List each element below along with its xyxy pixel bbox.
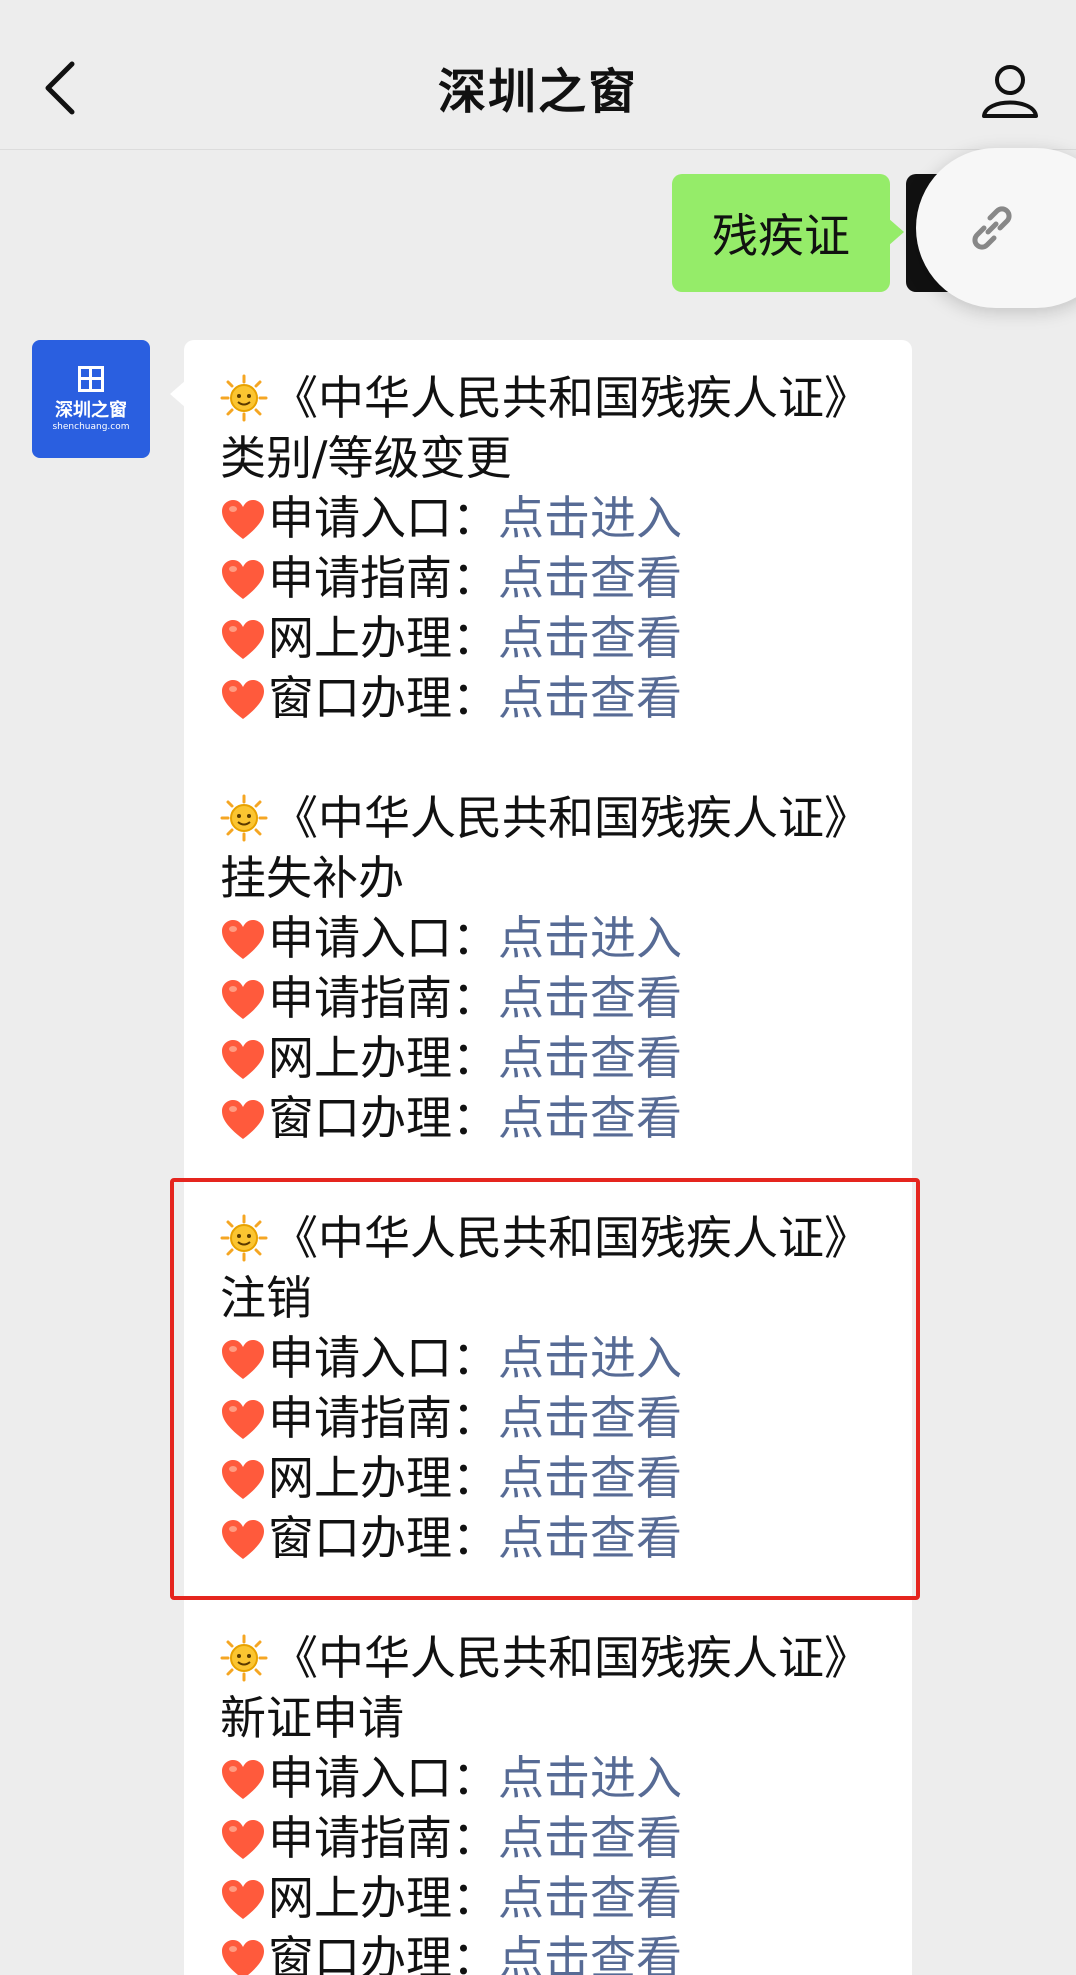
sun-icon — [220, 794, 268, 842]
list-item: 申请指南：点击查看 — [220, 548, 882, 608]
section-block: 《中华人民共和国残疾人证》新证申请 申请入口：点击进入 申请指南：点击查看 网上办理：… — [220, 1628, 882, 1975]
row-link[interactable]: 点击查看 — [498, 551, 682, 605]
row-link[interactable]: 点击查看 — [498, 1811, 682, 1865]
heart-icon — [222, 1040, 264, 1079]
outgoing-message-text: 残疾证 — [712, 209, 850, 263]
row-label: 申请入口： — [268, 1331, 498, 1385]
section-title-text: 《中华人民共和国残疾人证》注销 — [220, 1211, 870, 1325]
heart-icon — [222, 1820, 264, 1859]
row-link[interactable]: 点击进入 — [498, 491, 682, 545]
logo-text: 深圳之窗 — [55, 400, 127, 421]
section-title: 《中华人民共和国残疾人证》注销 — [220, 1208, 882, 1328]
row-label: 窗口办理： — [268, 1511, 498, 1565]
section-block: 《中华人民共和国残疾人证》注销 申请入口：点击进入 申请指南：点击查看 网上办理：点击… — [220, 1208, 882, 1568]
sun-icon — [220, 1214, 268, 1262]
section-block: 《中华人民共和国残疾人证》类别/等级变更 申请入口：点击进入 申请指南：点击查看 网上… — [220, 368, 882, 728]
list-item: 申请入口：点击进入 — [220, 488, 882, 548]
row-label: 申请入口： — [268, 491, 498, 545]
list-item: 网上办理：点击查看 — [220, 1028, 882, 1088]
section-title-text: 《中华人民共和国残疾人证》新证申请 — [220, 1631, 870, 1745]
list-item: 申请入口：点击进入 — [220, 908, 882, 968]
row-label: 申请指南： — [268, 1811, 498, 1865]
heart-icon — [222, 980, 264, 1019]
list-item: 网上办理：点击查看 — [220, 1868, 882, 1928]
row-label: 网上办理： — [268, 611, 498, 665]
list-item: 申请入口：点击进入 — [220, 1328, 882, 1388]
row-link[interactable]: 点击查看 — [498, 971, 682, 1025]
official-account-avatar[interactable]: 深圳之窗 shenchuang.com — [32, 340, 150, 458]
heart-icon — [222, 1400, 264, 1439]
row-label: 网上办理： — [268, 1031, 498, 1085]
row-label: 网上办理： — [268, 1451, 498, 1505]
row-link[interactable]: 点击进入 — [498, 1751, 682, 1805]
heart-icon — [222, 560, 264, 599]
row-label: 申请入口： — [268, 911, 498, 965]
row-label: 申请指南： — [268, 1391, 498, 1445]
outgoing-message-bubble[interactable]: 残疾证 — [672, 174, 904, 292]
heart-icon — [222, 680, 264, 719]
sun-icon — [220, 1634, 268, 1682]
list-item: 申请入口：点击进入 — [220, 1748, 882, 1808]
profile-button[interactable] — [972, 52, 1048, 128]
floating-link-button[interactable] — [916, 148, 1076, 308]
section-title: 《中华人民共和国残疾人证》新证申请 — [220, 1628, 882, 1748]
row-link[interactable]: 点击查看 — [498, 1031, 682, 1085]
heart-icon — [222, 620, 264, 659]
row-link[interactable]: 点击查看 — [498, 1871, 682, 1925]
row-label: 申请指南： — [268, 971, 498, 1025]
heart-icon — [222, 1760, 264, 1799]
heart-icon — [222, 920, 264, 959]
person-icon — [982, 65, 1038, 118]
row-label: 申请入口： — [268, 1751, 498, 1805]
section-title-text: 《中华人民共和国残疾人证》挂失补办 — [220, 791, 870, 905]
list-item: 网上办理：点击查看 — [220, 608, 882, 668]
heart-icon — [222, 1520, 264, 1559]
heart-icon — [222, 1460, 264, 1499]
row-link[interactable]: 点击查看 — [498, 1511, 682, 1565]
row-link[interactable]: 点击进入 — [498, 1331, 682, 1385]
chat-screen: 深圳之窗 残疾证 深圳之窗 shenchuang.com 《中华人民共和国残疾人… — [0, 0, 1076, 1975]
link-icon — [972, 206, 1012, 250]
section-title: 《中华人民共和国残疾人证》类别/等级变更 — [220, 368, 882, 488]
list-item: 申请指南：点击查看 — [220, 968, 882, 1028]
row-link[interactable]: 点击查看 — [498, 671, 682, 725]
row-link[interactable]: 点击查看 — [498, 1091, 682, 1145]
list-item: 窗口办理：点击查看 — [220, 1088, 882, 1148]
sun-icon — [220, 374, 268, 422]
list-item: 窗口办理：点击查看 — [220, 1508, 882, 1568]
logo-subtext: shenchuang.com — [52, 422, 130, 432]
section-title: 《中华人民共和国残疾人证》挂失补办 — [220, 788, 882, 908]
list-item: 窗口办理：点击查看 — [220, 1928, 882, 1975]
list-item: 网上办理：点击查看 — [220, 1448, 882, 1508]
row-label: 窗口办理： — [268, 671, 498, 725]
row-label: 窗口办理： — [268, 1091, 498, 1145]
row-link[interactable]: 点击查看 — [498, 1451, 682, 1505]
list-item: 申请指南：点击查看 — [220, 1808, 882, 1868]
heart-icon — [222, 1940, 264, 1975]
top-bar: 深圳之窗 — [0, 0, 1076, 150]
window-logo-icon — [78, 366, 104, 392]
list-item: 窗口办理：点击查看 — [220, 668, 882, 728]
heart-icon — [222, 1340, 264, 1379]
row-label: 网上办理： — [268, 1871, 498, 1925]
row-link[interactable]: 点击进入 — [498, 911, 682, 965]
row-link[interactable]: 点击查看 — [498, 611, 682, 665]
heart-icon — [222, 1880, 264, 1919]
incoming-message-bubble: 《中华人民共和国残疾人证》类别/等级变更 申请入口：点击进入 申请指南：点击查看 网上… — [170, 340, 912, 1975]
heart-icon — [222, 1100, 264, 1139]
heart-icon — [222, 500, 264, 539]
row-link[interactable]: 点击查看 — [498, 1391, 682, 1445]
section-title-text: 《中华人民共和国残疾人证》类别/等级变更 — [220, 371, 870, 485]
list-item: 申请指南：点击查看 — [220, 1388, 882, 1448]
row-label: 窗口办理： — [268, 1931, 498, 1975]
page-title: 深圳之窗 — [437, 64, 638, 120]
row-label: 申请指南： — [268, 551, 498, 605]
row-link[interactable]: 点击查看 — [498, 1931, 682, 1975]
section-block: 《中华人民共和国残疾人证》挂失补办 申请入口：点击进入 申请指南：点击查看 网上办理：… — [220, 788, 882, 1148]
